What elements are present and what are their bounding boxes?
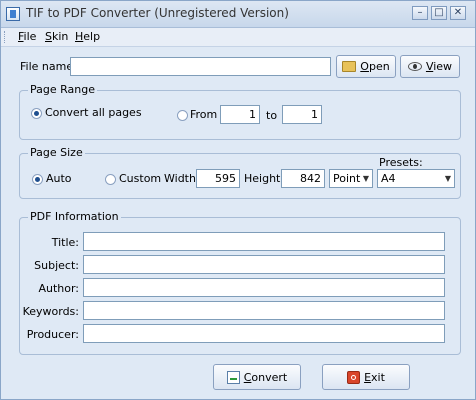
- menu-bar: File Skin Help: [1, 28, 475, 47]
- file-name-label: File name:: [20, 60, 77, 73]
- convert-button[interactable]: Convert: [213, 364, 301, 390]
- subject-label: Subject:: [34, 259, 79, 272]
- page-size-group: Page Size Auto Custom Width 595 Height 8…: [19, 146, 461, 199]
- from-page-input[interactable]: 1: [220, 105, 260, 124]
- minimize-button[interactable]: –: [412, 6, 428, 20]
- keywords-label: Keywords:: [22, 305, 79, 318]
- menu-skin-mnemonic: S: [45, 30, 52, 43]
- to-label: to: [266, 109, 278, 122]
- menu-file[interactable]: File: [18, 30, 36, 43]
- keywords-input[interactable]: [83, 301, 445, 320]
- menu-grip: [4, 31, 8, 43]
- open-button[interactable]: Open: [336, 55, 396, 78]
- convert-all-label[interactable]: Convert all pages: [45, 106, 142, 119]
- unit-select-value: Point: [333, 172, 361, 185]
- unit-select[interactable]: Point ▼: [329, 169, 373, 188]
- page-range-group: Page Range Convert all pages From 1 to 1: [19, 83, 461, 140]
- menu-help[interactable]: Help: [75, 30, 100, 43]
- exit-button[interactable]: Exit: [322, 364, 410, 390]
- width-label: Width: [164, 172, 196, 185]
- from-radio[interactable]: [177, 110, 188, 121]
- page-range-legend: Page Range: [28, 83, 97, 96]
- window-title: TIF to PDF Converter (Unregistered Versi…: [26, 6, 289, 20]
- menu-help-label: elp: [83, 30, 101, 43]
- app-window: TIF to PDF Converter (Unregistered Versi…: [0, 0, 476, 400]
- custom-radio[interactable]: [105, 174, 116, 185]
- file-name-input[interactable]: [70, 57, 331, 76]
- presets-select-value: A4: [381, 172, 396, 185]
- unit-dropdown-arrow-icon[interactable]: ▼: [363, 170, 369, 187]
- auto-label[interactable]: Auto: [46, 172, 72, 185]
- producer-label: Producer:: [26, 328, 79, 341]
- convert-icon: [226, 370, 240, 384]
- convert-label: onvert: [251, 370, 288, 384]
- maximize-button[interactable]: □: [431, 6, 447, 20]
- title-bar[interactable]: TIF to PDF Converter (Unregistered Versi…: [1, 1, 475, 28]
- exit-label: xit: [371, 370, 385, 384]
- view-button[interactable]: View: [400, 55, 460, 78]
- presets-dropdown-arrow-icon[interactable]: ▼: [445, 170, 451, 187]
- presets-label: Presets:: [379, 156, 423, 169]
- title-input[interactable]: [83, 232, 445, 251]
- convert-all-radio[interactable]: [31, 108, 42, 119]
- open-label: pen: [368, 60, 390, 73]
- pdf-info-legend: PDF Information: [28, 210, 121, 223]
- open-mnemonic: O: [360, 60, 369, 73]
- menu-skin[interactable]: Skin: [45, 30, 68, 43]
- from-label[interactable]: From: [190, 108, 217, 121]
- author-input[interactable]: [83, 278, 445, 297]
- subject-input[interactable]: [83, 255, 445, 274]
- height-input[interactable]: 842: [281, 169, 325, 188]
- producer-input[interactable]: [83, 324, 445, 343]
- width-input[interactable]: 595: [196, 169, 240, 188]
- menu-file-label: ile: [23, 30, 37, 43]
- custom-label[interactable]: Custom: [119, 172, 161, 185]
- close-button[interactable]: ✕: [450, 6, 466, 20]
- app-icon: [6, 7, 20, 21]
- exit-mnemonic: E: [364, 370, 372, 384]
- height-label: Height: [244, 172, 281, 185]
- folder-icon: [342, 61, 357, 72]
- auto-radio[interactable]: [32, 174, 43, 185]
- eye-icon: [407, 62, 422, 71]
- exit-icon: [347, 370, 361, 384]
- author-label: Author:: [38, 282, 79, 295]
- page-size-legend: Page Size: [28, 146, 85, 159]
- presets-select[interactable]: A4 ▼: [377, 169, 455, 188]
- view-label: iew: [433, 60, 453, 73]
- title-label: Title:: [51, 236, 79, 249]
- to-page-input[interactable]: 1: [282, 105, 322, 124]
- menu-skin-label: kin: [51, 30, 69, 43]
